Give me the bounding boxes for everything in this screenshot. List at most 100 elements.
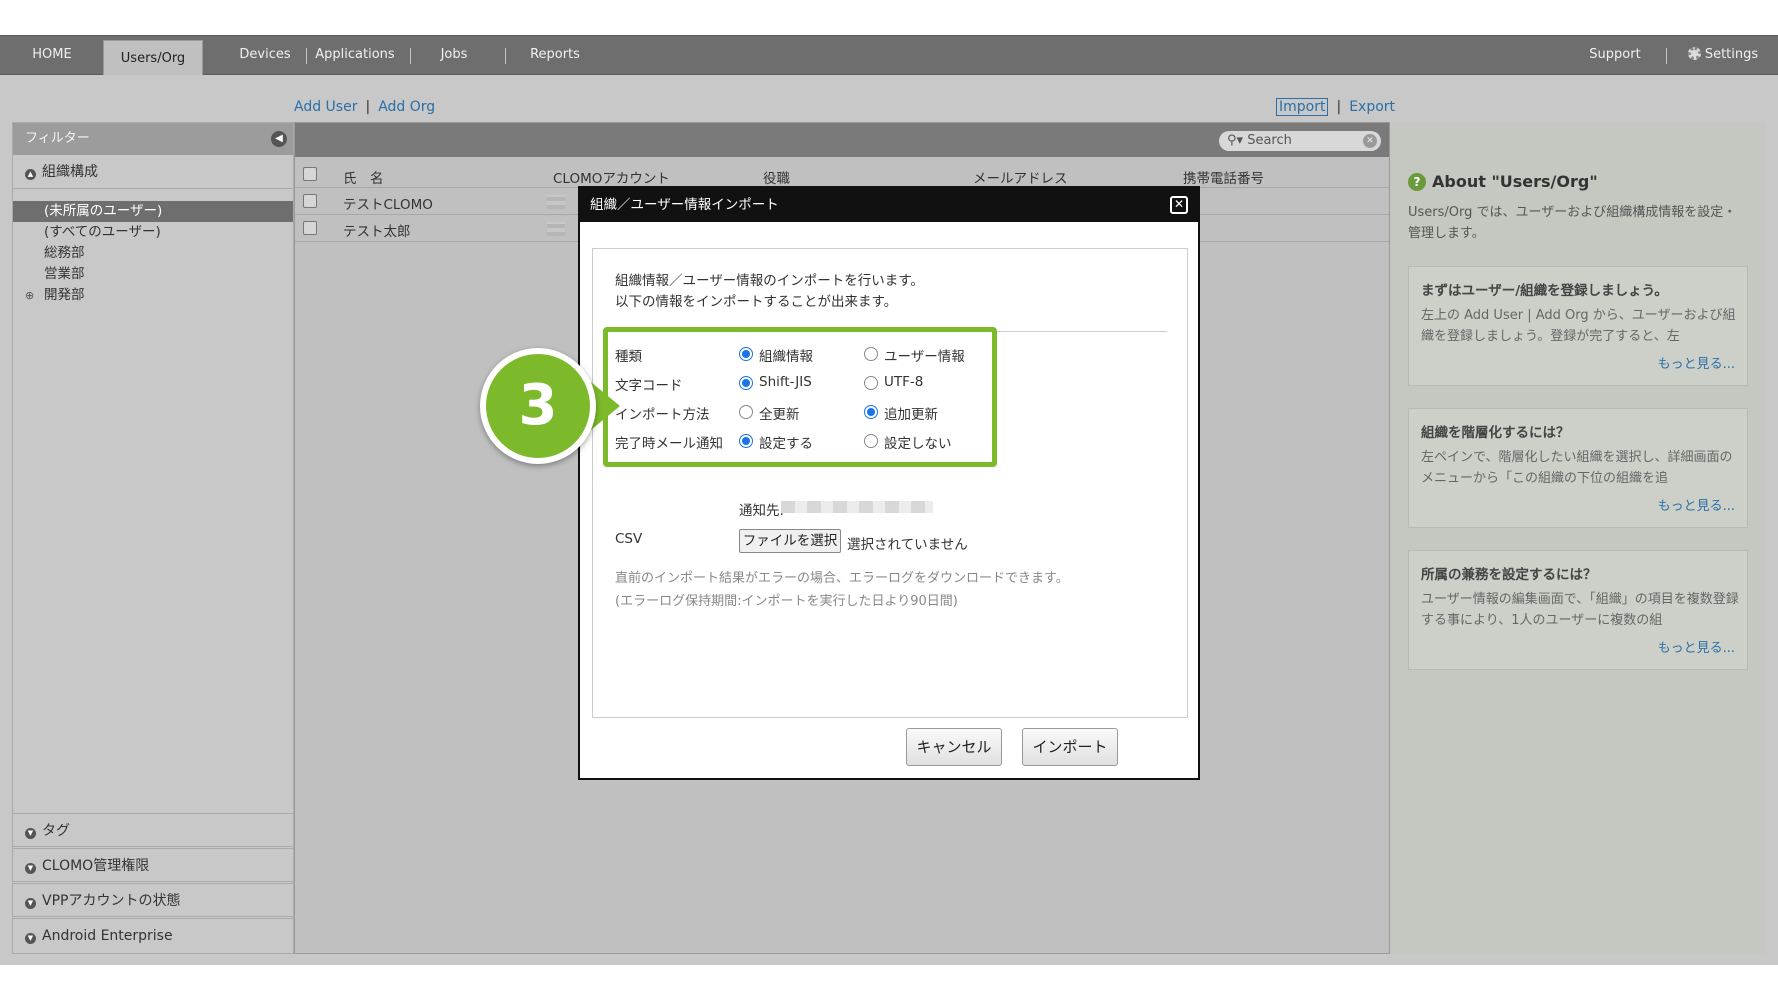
read-more-link[interactable]: もっと見る... (1658, 353, 1735, 372)
search-icon: ⚲▾ (1227, 133, 1244, 148)
export-link[interactable]: Export (1349, 99, 1395, 115)
card-body: ユーザー情報の編集画面で、「組織」の項目を複数登録する事により、1人のユーザーに… (1421, 592, 1739, 628)
tags-section[interactable]: ▼ タグ (13, 813, 293, 847)
dialog-header: 組織／ユーザー情報インポート ✕ (580, 188, 1198, 222)
nav-divider (306, 48, 307, 64)
vpp-account-section[interactable]: ▼ VPPアカウントの状態 (13, 883, 293, 917)
intro-line: 以下の情報をインポートすることが出来ます。 (615, 294, 898, 310)
dialog-title: 組織／ユーザー情報インポート (590, 197, 779, 213)
nav-divider (505, 48, 506, 64)
collapse-left-icon[interactable]: ◀ (271, 131, 287, 147)
read-more-link[interactable]: もっと見る... (1658, 637, 1735, 656)
chevron-up-icon: ▲ (25, 169, 36, 180)
step-marker: 3 (480, 348, 596, 464)
error-log-note: 直前のインポート結果がエラーの場合、エラーログをダウンロードできます。 (エラー… (615, 567, 1069, 613)
column-header-name[interactable]: 氏 名 (343, 167, 384, 187)
nav-divider (410, 48, 411, 64)
about-panel: ? About "Users/Org" Users/Org では、ユーザーおよび組… (1390, 122, 1766, 954)
tab-users-org[interactable]: Users/Org (103, 40, 203, 76)
column-header-title[interactable]: 役職 (763, 167, 790, 187)
chevron-down-icon: ▼ (25, 898, 36, 909)
card-body: 左上の Add User | Add Org から、ユーザーおよび組織を登録しま… (1421, 308, 1736, 344)
note-line: (エラーログ保持期間:インポートを実行した日より90日間) (615, 594, 958, 609)
select-all-checkbox[interactable] (303, 167, 317, 181)
import-link[interactable]: Import (1276, 98, 1329, 116)
settings-link[interactable]: Settings (1676, 36, 1770, 74)
table-row-name[interactable]: テストCLOMO (343, 193, 433, 213)
note-line: 直前のインポート結果がエラーの場合、エラーログをダウンロードできます。 (615, 571, 1069, 586)
column-header-email[interactable]: メールアドレス (973, 167, 1068, 187)
add-org-link[interactable]: Add Org (378, 99, 435, 115)
section-label: 組織構成 (42, 164, 98, 180)
add-user-link[interactable]: Add User (294, 99, 357, 115)
tree-item-all-users[interactable]: (すべてのユーザー) (13, 222, 293, 243)
intro-line: 組織情報／ユーザー情報のインポートを行います。 (615, 273, 924, 289)
tree-item-development[interactable]: ⊕ 開発部 (13, 285, 293, 306)
tab-reports[interactable]: Reports (514, 36, 596, 74)
close-icon[interactable]: ✕ (1170, 196, 1188, 214)
table-row-name[interactable]: テスト太郎 (343, 220, 411, 240)
file-status: 選択されていません (847, 537, 968, 553)
search-input[interactable]: ⚲▾ Search ✕ (1219, 131, 1381, 151)
chevron-down-icon: ▼ (25, 863, 36, 874)
add-actions: Add User | Add Org (294, 96, 435, 116)
help-card: まずはユーザー/組織を登録しましょう。 左上の Add User | Add O… (1408, 266, 1748, 386)
redacted-cell (547, 195, 565, 209)
tree-item-label: 開発部 (44, 287, 85, 303)
tree-item-general-affairs[interactable]: 総務部 (13, 243, 293, 264)
redacted-cell (547, 222, 565, 236)
help-icon: ? (1408, 173, 1426, 191)
nav-divider (1666, 48, 1667, 64)
import-button[interactable]: インポート (1022, 728, 1118, 766)
card-title: 組織を階層化するには？ (1421, 425, 1570, 441)
row-checkbox[interactable] (303, 221, 317, 235)
gear-icon (1687, 47, 1701, 60)
clomo-permissions-section[interactable]: ▼ CLOMO管理権限 (13, 848, 293, 882)
tab-jobs[interactable]: Jobs (414, 36, 494, 74)
section-label: VPPアカウントの状態 (42, 893, 181, 909)
tree-item-unassigned-users[interactable]: (未所属のユーザー) (13, 201, 293, 222)
about-description: Users/Org では、ユーザーおよび組織構成情報を設定・管理します。 (1408, 205, 1737, 241)
import-dialog: 組織／ユーザー情報インポート ✕ 組織情報／ユーザー情報のインポートを行います。… (578, 186, 1200, 780)
cancel-button[interactable]: キャンセル (906, 728, 1002, 766)
app-window: HOME Users/Org Devices Applications Jobs… (0, 0, 1778, 1000)
clear-search-icon[interactable]: ✕ (1363, 134, 1377, 148)
android-enterprise-section[interactable]: ▼ Android Enterprise (13, 918, 293, 952)
choose-file-button[interactable]: ファイルを選択 (739, 529, 841, 553)
top-navigation: HOME Users/Org Devices Applications Jobs… (0, 35, 1778, 76)
filter-sidebar: フィルター ◀ ▲ 組織構成 (未所属のユーザー) (すべてのユーザー) 総務部 … (12, 122, 294, 954)
highlight-box (603, 327, 997, 467)
org-structure-section[interactable]: ▲ 組織構成 (13, 155, 293, 189)
card-body: 左ペインで、階層化したい組織を選択し、詳細画面のメニューから「この組織の下位の組… (1421, 450, 1733, 486)
tab-devices[interactable]: Devices (218, 36, 312, 74)
about-title: ? About "Users/Org" (1408, 172, 1598, 191)
chevron-down-icon: ▼ (25, 933, 36, 944)
section-label: Android Enterprise (42, 928, 173, 944)
tab-home[interactable]: HOME (10, 36, 94, 74)
row-checkbox[interactable] (303, 194, 317, 208)
import-export-actions: Import | Export (1276, 96, 1395, 116)
column-header-phone[interactable]: 携帯電話番号 (1183, 167, 1264, 187)
redacted-email (781, 501, 933, 513)
filter-title: フィルター (25, 131, 90, 146)
column-header-account[interactable]: CLOMOアカウント (553, 167, 670, 187)
card-title: まずはユーザー/組織を登録しましょう。 (1421, 283, 1668, 299)
expand-icon[interactable]: ⊕ (25, 285, 34, 306)
about-title-text: About "Users/Org" (1432, 172, 1598, 191)
search-placeholder: Search (1247, 133, 1292, 148)
tab-applications[interactable]: Applications (310, 36, 400, 74)
link-separator: | (1336, 99, 1342, 115)
dialog-intro: 組織情報／ユーザー情報のインポートを行います。 以下の情報をインポートすることが… (615, 271, 924, 313)
csv-label: CSV (615, 531, 643, 547)
help-card: 組織を階層化するには？ 左ペインで、階層化したい組織を選択し、詳細画面のメニュー… (1408, 408, 1748, 528)
settings-label: Settings (1704, 47, 1759, 62)
section-label: CLOMO管理権限 (42, 858, 150, 874)
read-more-link[interactable]: もっと見る... (1658, 495, 1735, 514)
notify-to-label: 通知先: (739, 503, 785, 519)
tree-item-sales[interactable]: 営業部 (13, 264, 293, 285)
card-title: 所属の兼務を設定するには？ (1421, 567, 1597, 583)
dialog-body: 組織情報／ユーザー情報のインポートを行います。 以下の情報をインポートすることが… (592, 248, 1188, 718)
link-separator: | (365, 99, 371, 115)
support-link[interactable]: Support (1578, 36, 1652, 74)
chevron-down-icon: ▼ (25, 828, 36, 839)
